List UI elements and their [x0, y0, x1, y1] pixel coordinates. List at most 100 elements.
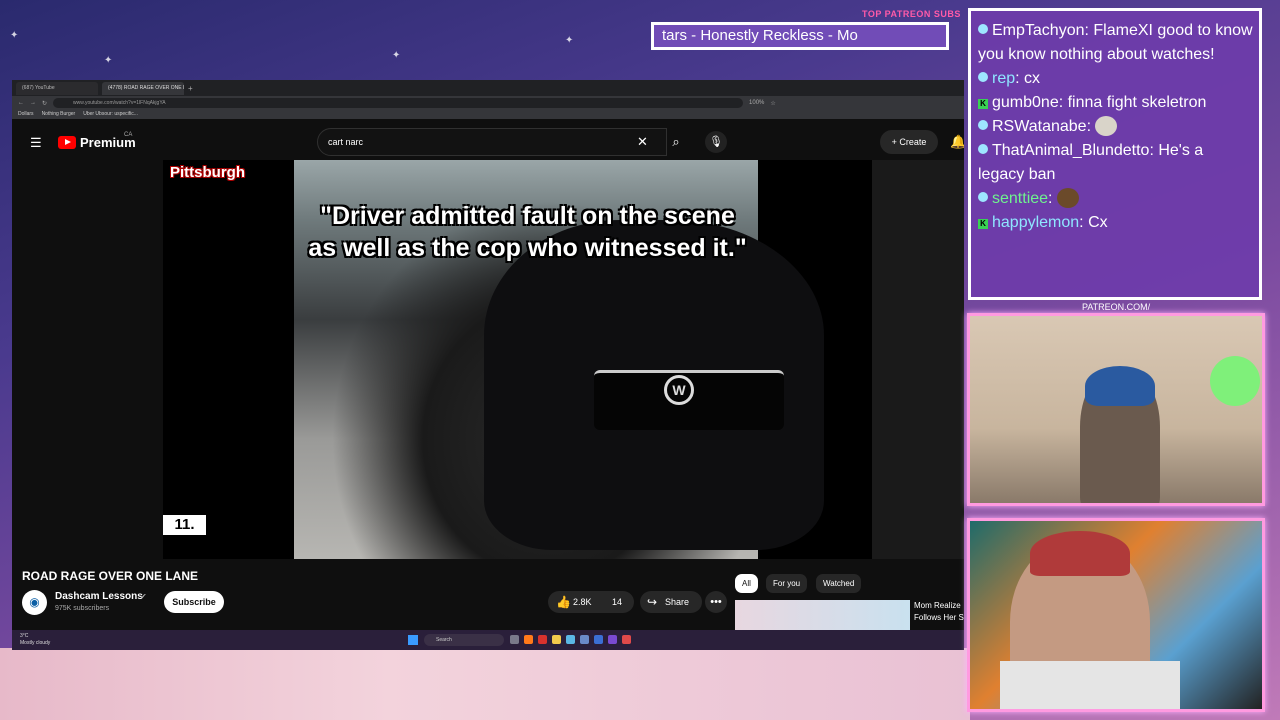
browser-window: (687) YouTube (4778) ROAD RAGE OVER ONE …	[12, 80, 964, 650]
chat-username: rep	[992, 70, 1016, 87]
share-label: Share	[665, 597, 690, 607]
star-decoration: ✦	[392, 50, 401, 61]
chip-watched[interactable]: Watched	[816, 574, 862, 593]
channel-name[interactable]: Dashcam Lessons	[55, 591, 143, 602]
kick-badge-icon: K	[978, 219, 988, 229]
more-options-icon[interactable]: •••	[705, 591, 727, 613]
obs-icon[interactable]	[608, 635, 617, 644]
app-icon[interactable]	[566, 635, 575, 644]
browser-tab[interactable]: (687) YouTube	[16, 81, 98, 95]
chat-message: Khappylemon: Cx	[978, 211, 1253, 235]
chat-text: cx	[1024, 70, 1041, 87]
chat-text: Cx	[1088, 214, 1108, 231]
chat-message: ThatAnimal_Blundetto: He's a legacy ban	[978, 142, 1204, 183]
tab-bar: (687) YouTube (4778) ROAD RAGE OVER ONE …	[12, 80, 964, 96]
firefox-icon[interactable]	[524, 635, 533, 644]
back-icon[interactable]: ←	[18, 100, 24, 106]
app-icon[interactable]	[538, 635, 547, 644]
thumbs-up-icon[interactable]: 👍	[556, 591, 571, 613]
temperature: 3°C	[20, 633, 29, 639]
new-tab-icon[interactable]: +	[188, 84, 193, 93]
subscribe-button[interactable]: Subscribe	[164, 591, 224, 613]
chat-message: RSWatanabe:	[978, 115, 1253, 139]
patreon-ticker: tars - Honestly Reckless - Mo	[651, 22, 949, 50]
penguin-emote-icon	[1095, 116, 1118, 136]
chat-message: rep: cx	[978, 67, 1253, 91]
twitch-badge-icon	[978, 24, 988, 34]
video-caption: "Driver admitted fault on the scene as w…	[163, 200, 872, 264]
search-input[interactable]: cart narc	[317, 128, 667, 156]
taskbar-search[interactable]: Search	[424, 634, 504, 646]
chat-message: Kgumb0ne: finna fight skeletron	[978, 91, 1253, 115]
app-icon[interactable]	[594, 635, 603, 644]
chrome-icon[interactable]	[622, 635, 631, 644]
caption-line: "Driver admitted fault on the scene	[320, 202, 735, 230]
channel-avatar[interactable]: ◉	[22, 590, 47, 615]
red-cap	[1030, 531, 1130, 576]
address-bar[interactable]: www.youtube.com/watch?v=1lFNqAkjgYA	[53, 98, 744, 108]
kick-badge-icon: K	[978, 99, 988, 109]
youtube-play-icon	[58, 136, 76, 149]
rec-title-line: Follows Her S	[914, 613, 964, 622]
create-label: Create	[899, 137, 927, 147]
patreon-url: PATREON.COM/	[1082, 302, 1151, 312]
steam-icon[interactable]	[580, 635, 589, 644]
clear-search-icon[interactable]: ✕	[637, 134, 648, 150]
rec-title-line: Mom Realize	[914, 601, 961, 610]
share-button[interactable]: ↪ Share	[640, 591, 702, 613]
white-shirt	[1000, 661, 1180, 709]
subscriber-count: 975K subscribers	[55, 605, 110, 612]
share-icon: ↪	[647, 595, 658, 609]
twitch-badge-icon	[978, 72, 988, 82]
chat-username: senttiee	[992, 190, 1049, 207]
twitch-badge-icon	[978, 192, 988, 202]
video-player[interactable]: W Pittsburgh "Driver admitted fault on t…	[163, 160, 872, 559]
bookmark-item[interactable]: Nothing Burger	[42, 110, 76, 119]
star-decoration: ✦	[10, 30, 19, 41]
chat-username: RSWatanabe	[992, 118, 1087, 135]
zoom-indicator[interactable]: 100%	[749, 100, 764, 106]
chat-message: senttiee:	[978, 187, 1253, 211]
bookmarks-bar: Dollars Nothing Burger Uber Ubsour: uspe…	[12, 110, 964, 119]
menu-icon[interactable]: ☰	[30, 135, 42, 151]
streamer-hair	[1085, 366, 1155, 406]
car-logo-icon: W	[664, 375, 694, 405]
recommended-thumbnail[interactable]	[735, 600, 910, 630]
search-icon[interactable]: ⌕	[662, 130, 690, 154]
caption-line: as well as the cop who witnessed it."	[308, 234, 747, 262]
video-title: ROAD RAGE OVER ONE LANE	[22, 569, 199, 583]
chip-all[interactable]: All	[735, 574, 758, 593]
chat-text: finna fight skeletron	[1067, 94, 1207, 111]
region-code: CA	[124, 132, 133, 138]
create-button[interactable]: + Create	[880, 130, 938, 154]
green-lamp	[1210, 356, 1260, 406]
chat-username: EmpTachyon	[992, 22, 1085, 39]
face-emote-icon	[1056, 188, 1079, 208]
microphone-icon[interactable]: 🎙	[705, 131, 727, 153]
bookmark-star-icon[interactable]: ☆	[770, 100, 775, 107]
forward-icon[interactable]: →	[30, 100, 36, 106]
start-icon[interactable]	[408, 635, 418, 645]
windows-taskbar: 3°C Mostly cloudy Search	[12, 630, 964, 650]
reload-icon[interactable]: ↻	[42, 100, 47, 107]
dislike-count[interactable]: 14	[612, 591, 622, 613]
address-row: ← → ↻ www.youtube.com/watch?v=1lFNqAkjgY…	[12, 96, 964, 110]
video-counter-badge: 11.	[163, 515, 206, 535]
notifications-bell-icon[interactable]: 🔔	[950, 134, 964, 150]
bookmark-item[interactable]: Dollars	[18, 110, 34, 119]
webcam-top	[967, 313, 1265, 506]
verified-icon: ✔	[140, 592, 147, 601]
recommended-title[interactable]: Mom Realize Follows Her S	[914, 600, 964, 624]
bookmark-item[interactable]: Uber Ubsour: uspecific...	[83, 110, 138, 119]
chat-message: EmpTachyon: FlameXI good to know you kno…	[978, 22, 1253, 63]
chat-username: ThatAnimal_Blundetto	[992, 142, 1150, 159]
folder-icon[interactable]	[552, 635, 561, 644]
star-decoration: ✦	[104, 55, 113, 66]
like-dislike-pill[interactable]: 👍 2.8K 14	[548, 591, 634, 613]
patreon-subs-header: TOP PATREON SUBS	[862, 9, 961, 19]
weather-widget[interactable]: 3°C Mostly cloudy	[20, 633, 50, 647]
twitch-badge-icon	[978, 144, 988, 154]
task-view-icon[interactable]	[510, 635, 519, 644]
browser-tab-active[interactable]: (4778) ROAD RAGE OVER ONE LANE	[102, 81, 184, 95]
chip-for-you[interactable]: For you	[766, 574, 808, 593]
